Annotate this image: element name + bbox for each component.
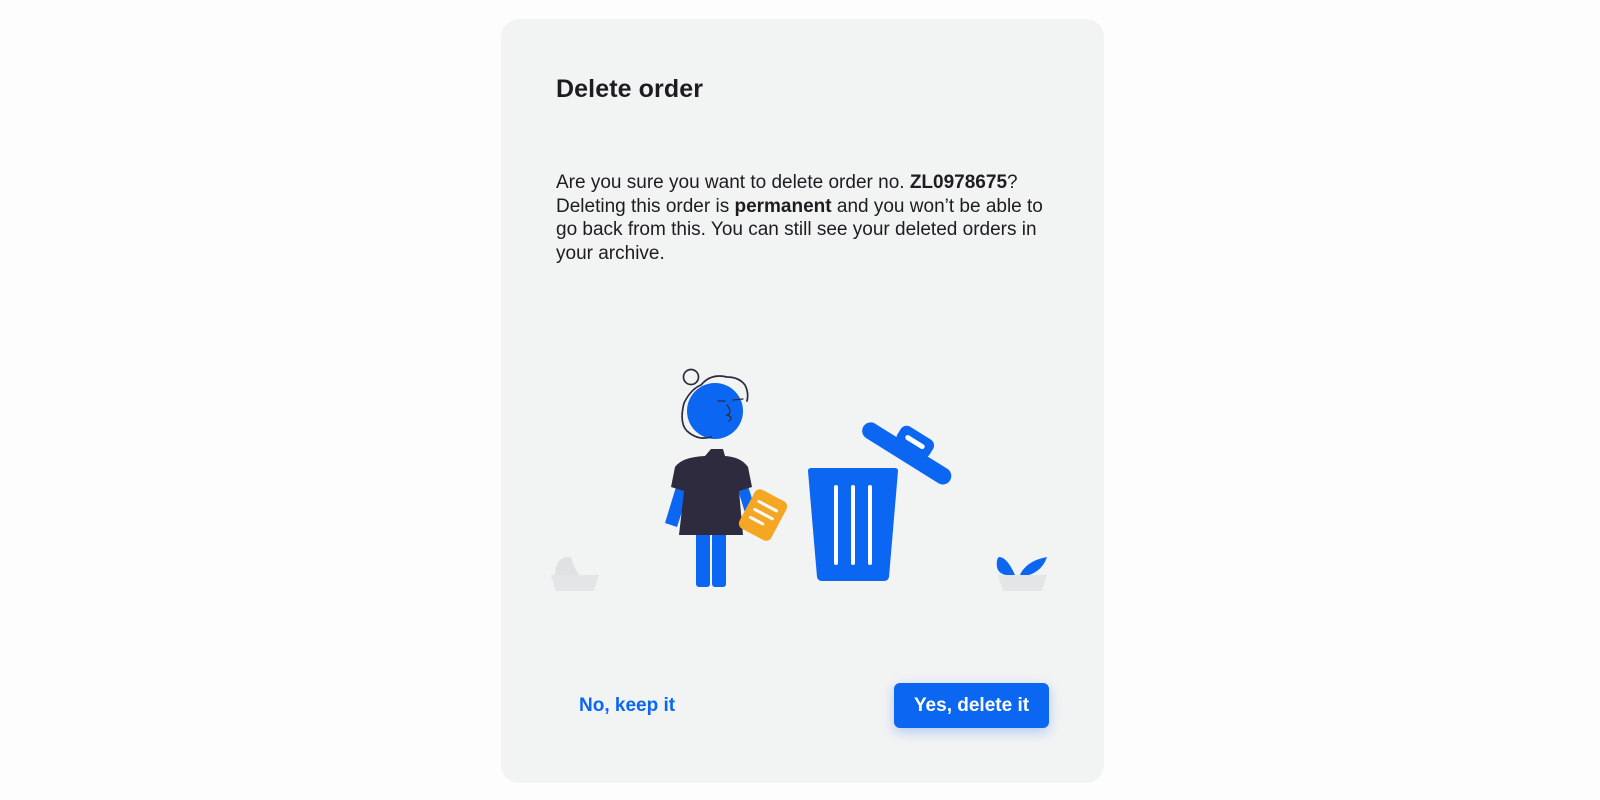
delete-order-dialog: Delete order Are you sure you want to de… <box>501 19 1104 783</box>
person-figure <box>665 368 788 587</box>
trash-illustration <box>551 349 1061 619</box>
trash-can-stripe-1 <box>834 485 838 565</box>
dialog-title: Delete order <box>556 75 704 103</box>
message-intro: Are you sure you want to delete order no… <box>556 172 910 193</box>
trash-can-icon <box>808 422 952 581</box>
right-leg <box>712 531 726 587</box>
dialog-message: Are you sure you want to delete order no… <box>556 171 1056 265</box>
screen: Delete order Are you sure you want to de… <box>0 0 1600 800</box>
plant-right-icon <box>996 557 1047 591</box>
head <box>687 383 743 439</box>
message-question-mark: ? <box>1007 172 1018 193</box>
message-emphasis: permanent <box>734 195 832 217</box>
delete-order-button[interactable]: Yes, delete it <box>894 683 1049 728</box>
message-line2-start: Deleting this order is <box>556 195 735 217</box>
trash-can-stripe-2 <box>851 485 855 565</box>
plant-left-icon <box>551 556 599 591</box>
order-number: ZL0978675 <box>909 172 1008 193</box>
person-discarding-order-into-trash-illustration <box>551 368 1047 591</box>
left-leg <box>696 531 710 587</box>
hair-bun <box>682 368 700 386</box>
keep-order-button[interactable]: No, keep it <box>561 683 693 728</box>
trash-can-stripe-3 <box>868 485 872 565</box>
